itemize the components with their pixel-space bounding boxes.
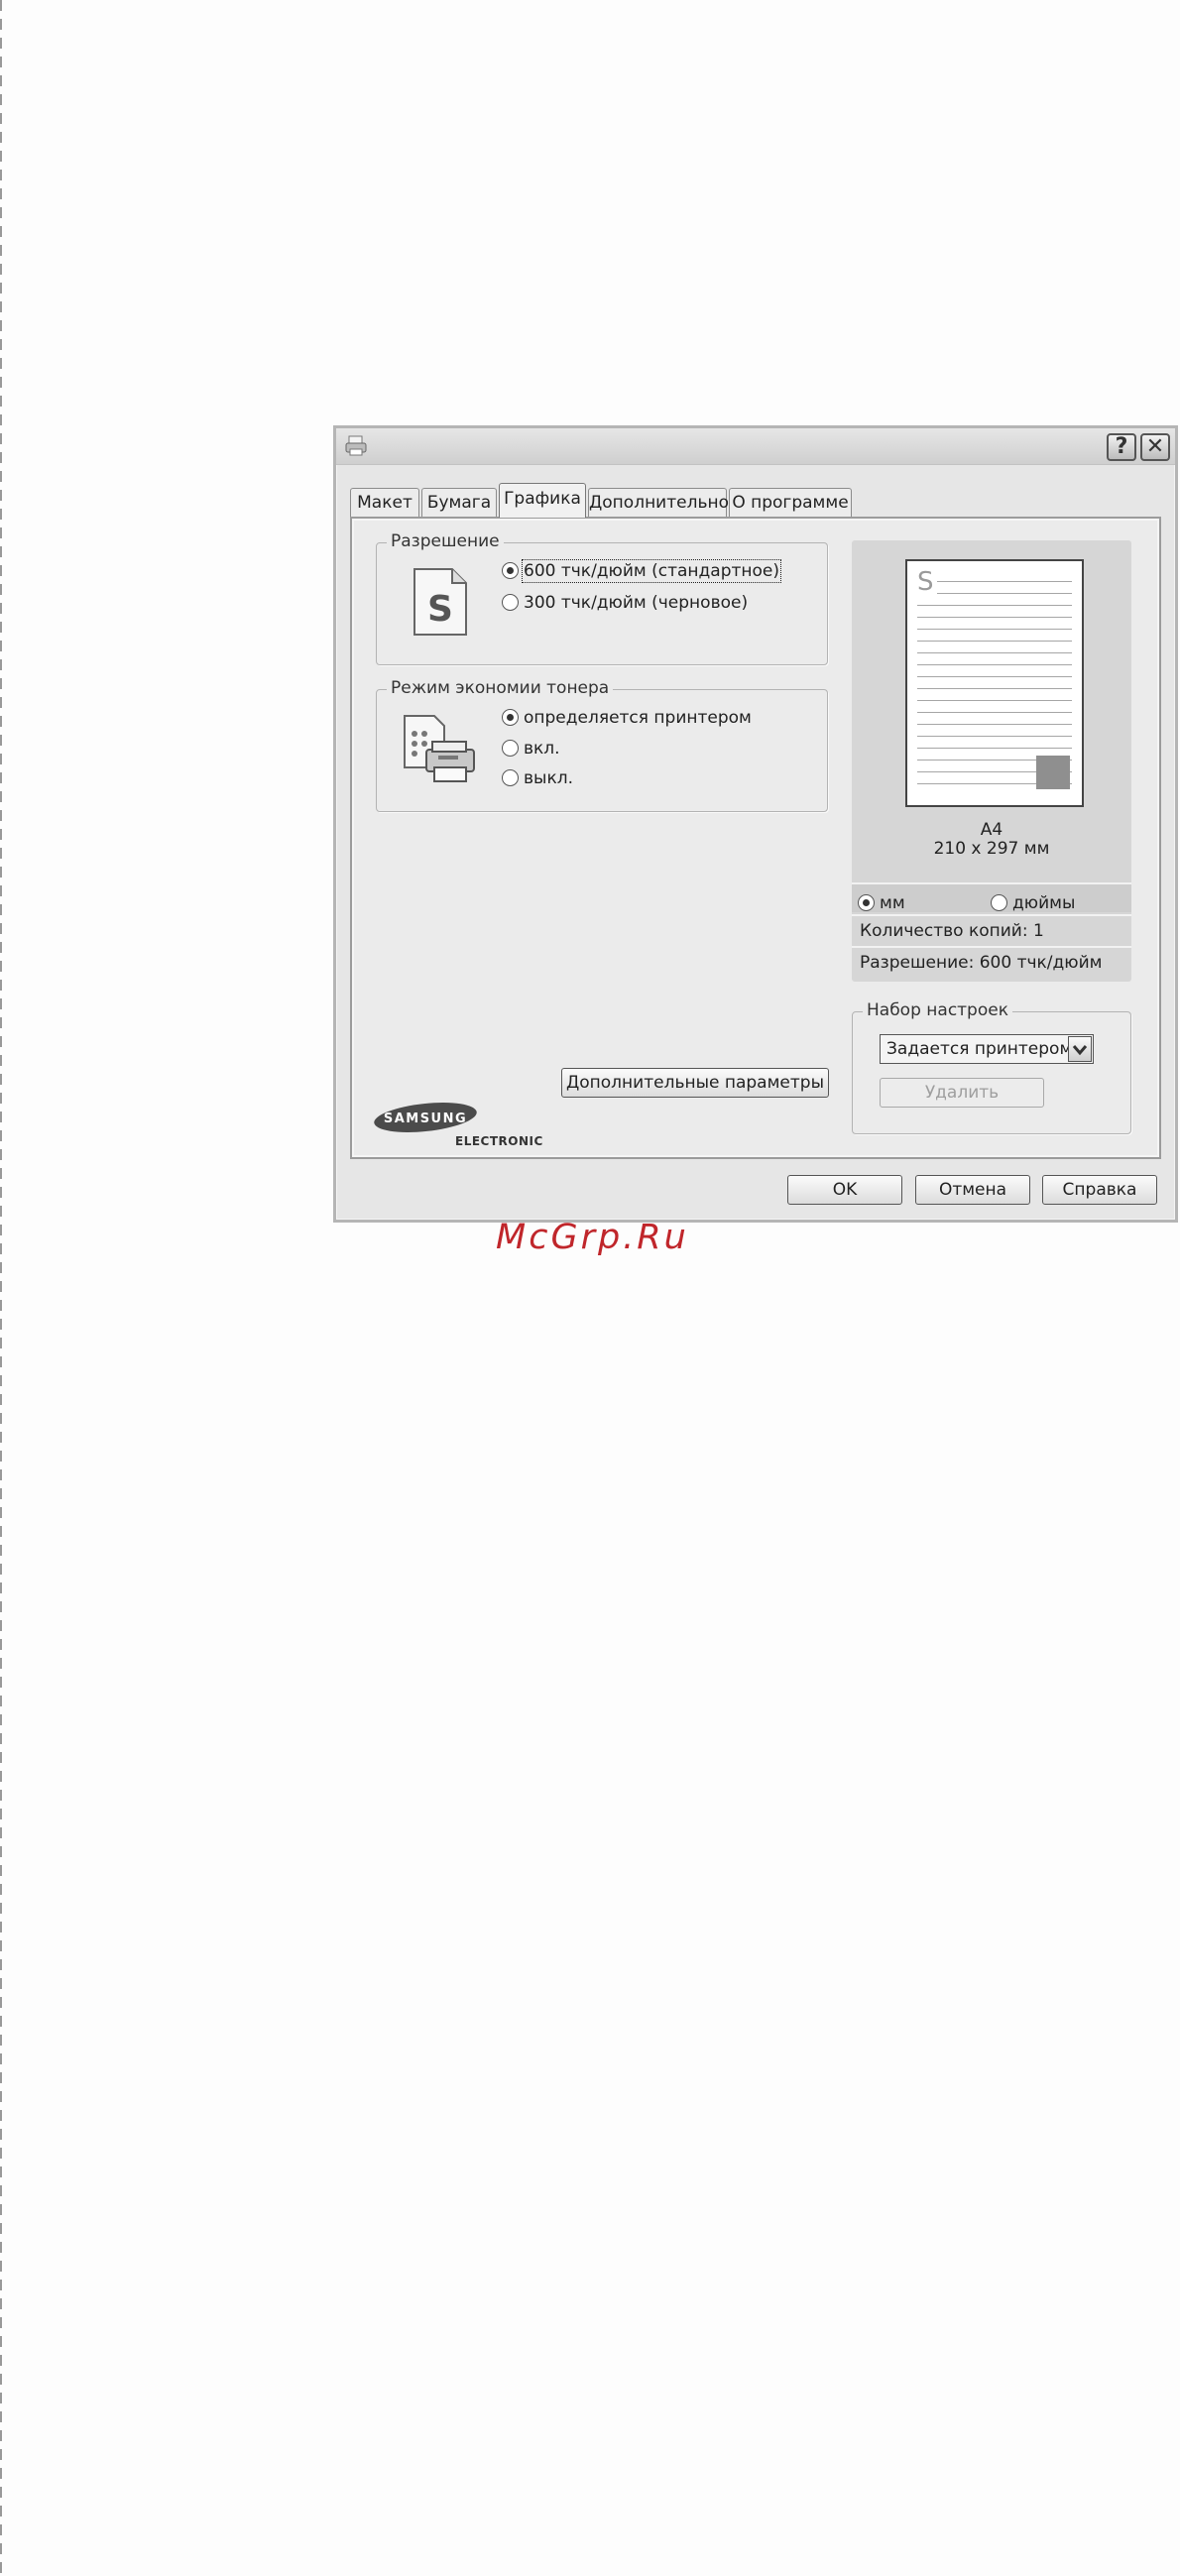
tab-extras[interactable]: Дополнительно <box>588 488 729 517</box>
resolution-group: Разрешение S 600 тчк/дюйм (стандартное) … <box>376 531 828 665</box>
image-block-graphic <box>1036 756 1070 789</box>
resolution-600-label: 600 тчк/дюйм (стандартное) <box>521 559 782 583</box>
tab-about[interactable]: О программе <box>729 488 852 517</box>
toner-off-label: выкл. <box>524 768 573 788</box>
printer-properties-dialog: ? ✕ Макет Бумага Графика Дополнительно О… <box>333 425 1178 1223</box>
toner-printer-setting-option[interactable]: определяется принтером <box>502 708 752 728</box>
paper-preview-letter: S <box>917 567 934 597</box>
toner-save-group-title: Режим экономии тонера <box>387 678 614 698</box>
resolution-info: Разрешение: 600 тчк/дюйм <box>852 946 1131 976</box>
advanced-options-button[interactable]: Дополнительные параметры <box>561 1068 829 1098</box>
units-row: мм дюймы <box>852 882 1131 913</box>
help-title-button[interactable]: ? <box>1107 433 1136 461</box>
page-preview-panel: S A4 210 x 297 мм мм дюймы Количество ко… <box>852 540 1131 982</box>
radio-selected-icon <box>858 894 875 911</box>
svg-text:S: S <box>427 589 453 630</box>
printer-icon <box>345 435 367 456</box>
cancel-button[interactable]: Отмена <box>915 1175 1030 1205</box>
page-dashed-edge <box>0 0 2 2576</box>
radio-selected-icon <box>502 709 519 726</box>
title-bar: ? ✕ <box>336 428 1175 465</box>
toner-off-option[interactable]: выкл. <box>502 768 573 788</box>
resolution-icon: S <box>413 568 467 636</box>
tab-graphics[interactable]: Графика <box>499 483 586 518</box>
watermark-text: McGrp.Ru <box>496 1218 689 1257</box>
resolution-600-option[interactable]: 600 тчк/дюйм (стандартное) <box>502 559 782 583</box>
tab-layout[interactable]: Макет <box>350 488 419 517</box>
toner-on-label: вкл. <box>524 739 560 759</box>
resolution-group-title: Разрешение <box>387 531 504 551</box>
toner-save-group: Режим экономии тонера определяется принт… <box>376 678 828 812</box>
presets-group: Набор настроек Задается принтером Удалит… <box>852 1000 1131 1134</box>
delete-preset-button[interactable]: Удалить <box>880 1078 1044 1108</box>
graphics-tab-panel: Разрешение S 600 тчк/дюйм (стандартное) … <box>350 517 1161 1159</box>
ok-button[interactable]: OK <box>787 1175 902 1205</box>
svg-text:SAMSUNG: SAMSUNG <box>384 1112 467 1126</box>
svg-text:ELECTRONICS: ELECTRONICS <box>455 1134 542 1148</box>
paper-name: A4 <box>980 820 1003 840</box>
presets-select[interactable]: Задается принтером <box>880 1034 1094 1064</box>
resolution-300-option[interactable]: 300 тчк/дюйм (черновое) <box>502 593 748 613</box>
presets-group-title: Набор настроек <box>863 1000 1012 1020</box>
toner-on-option[interactable]: вкл. <box>502 739 560 759</box>
resolution-300-label: 300 тчк/дюйм (черновое) <box>524 593 749 613</box>
paper-dimensions: 210 x 297 мм <box>933 839 1050 859</box>
tab-paper[interactable]: Бумага <box>421 488 497 517</box>
radio-selected-icon <box>502 562 519 579</box>
units-mm-label: мм <box>880 893 905 913</box>
presets-select-value: Задается принтером <box>886 1039 1073 1059</box>
help-button[interactable]: Справка <box>1042 1175 1157 1205</box>
radio-icon <box>991 894 1007 911</box>
radio-icon <box>502 769 519 786</box>
paper-preview: S <box>905 559 1084 807</box>
radio-icon <box>502 594 519 611</box>
toner-save-icon <box>404 715 475 782</box>
radio-icon <box>502 740 519 757</box>
toner-printer-setting-label: определяется принтером <box>524 708 752 728</box>
chevron-down-icon[interactable] <box>1068 1036 1092 1062</box>
copies-info: Количество копий: 1 <box>852 914 1131 944</box>
close-button[interactable]: ✕ <box>1140 433 1170 461</box>
samsung-electronics-logo: SAMSUNG ELECTRONICS <box>374 1103 542 1148</box>
units-inches-label: дюймы <box>1012 893 1076 913</box>
